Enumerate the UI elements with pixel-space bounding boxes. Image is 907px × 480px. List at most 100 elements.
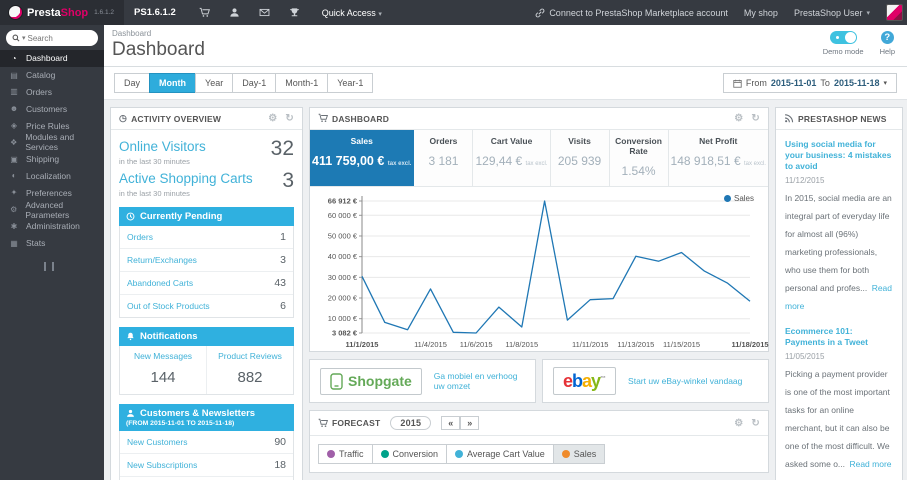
kpi-conversion-rate[interactable]: Conversion Rate 1.54% xyxy=(609,130,669,186)
kpi-visits[interactable]: Visits 205 939 xyxy=(550,130,610,186)
svg-text:11/13/2015: 11/13/2015 xyxy=(617,340,654,349)
kpi-orders[interactable]: Orders 3 181 xyxy=(414,130,474,186)
range-month-button[interactable]: Month xyxy=(149,73,197,93)
product-reviews-cell[interactable]: Product Reviews 882 xyxy=(206,346,293,394)
forecast-legend-average-cart-value[interactable]: Average Cart Value xyxy=(446,444,554,464)
forecast-legend-traffic[interactable]: Traffic xyxy=(318,444,373,464)
range-year-1-button[interactable]: Year-1 xyxy=(327,73,374,93)
quick-access-menu[interactable]: Quick Access ▾ xyxy=(322,8,382,18)
shopgate-link[interactable]: Ga mobiel en verhoog uw omzet xyxy=(434,371,525,391)
pending-returns-link[interactable]: Return/Exchanges xyxy=(127,255,197,265)
customer-icon[interactable] xyxy=(220,7,250,18)
sidebar-item-orders[interactable]: ▥ Orders xyxy=(0,84,104,101)
sidebar-item-administration[interactable]: ✱ Administration xyxy=(0,218,104,235)
notifications-table: New Messages 144 Product Reviews 882 xyxy=(119,346,294,395)
advanced-parameters-icon: ⚙ xyxy=(10,205,18,215)
table-row: New Customers 90 xyxy=(120,431,293,454)
forecast-prev-button[interactable]: « xyxy=(441,416,461,430)
news-panel-title: PRESTASHOP NEWS xyxy=(798,113,887,124)
kpi-sales[interactable]: Sales 411 759,00 € tax excl. xyxy=(310,130,415,186)
breadcrumb[interactable]: Dashboard xyxy=(112,29,897,38)
read-more-link[interactable]: Read more xyxy=(849,459,891,469)
new-messages-cell[interactable]: New Messages 144 xyxy=(120,346,206,394)
sidebar-search[interactable]: ▾ xyxy=(6,30,98,46)
bell-icon xyxy=(127,332,134,341)
search-input[interactable] xyxy=(27,33,74,43)
sidebar-item-shipping[interactable]: ▣ Shipping xyxy=(0,151,104,168)
news-item-title-link[interactable]: Using social media for your business: 4 … xyxy=(785,139,893,172)
svg-text:20 000 €: 20 000 € xyxy=(328,294,358,303)
cart-icon[interactable] xyxy=(190,7,220,18)
kpi-cart-value[interactable]: Cart Value 129,44 € tax excl. xyxy=(473,130,551,186)
link-icon xyxy=(535,8,545,17)
abandoned-carts-link[interactable]: Abandoned Carts xyxy=(127,278,193,288)
sidebar-item-localization[interactable]: ◐ Localization xyxy=(0,168,104,185)
kpi-net-profit[interactable]: Net Profit 148 918,51 € tax excl. xyxy=(668,130,768,186)
sidebar-item-stats[interactable]: ▦ Stats xyxy=(0,235,104,252)
prestashop-logo-icon xyxy=(8,5,23,20)
legend-dot-sales xyxy=(723,195,731,202)
ebay-module-card[interactable]: ebay™ Start uw eBay-winkel vandaag xyxy=(542,359,769,403)
customers-newsletters-table: New Customers90 New Subscriptions18 Tota… xyxy=(119,431,294,480)
panel-refresh-icon[interactable]: ↻ xyxy=(751,113,760,124)
notifications-header: Notifications xyxy=(119,327,294,346)
sidebar-item-advanced-parameters[interactable]: ⚙ Advanced Parameters xyxy=(0,200,104,220)
user-menu[interactable]: PrestaShop User ▾ xyxy=(794,8,870,18)
range-year-button[interactable]: Year xyxy=(195,73,234,93)
chart-legend-sales[interactable]: Sales xyxy=(723,194,754,203)
forecast-next-button[interactable]: » xyxy=(460,416,480,430)
conversion-dot-icon xyxy=(380,450,389,458)
panel-refresh-icon[interactable]: ↻ xyxy=(751,418,760,429)
forecast-legend-conversion[interactable]: Conversion xyxy=(371,444,448,464)
user-avatar[interactable] xyxy=(886,4,903,21)
customers-group-icon xyxy=(127,409,134,417)
sidebar-item-dashboard[interactable]: ◔ Dashboard xyxy=(0,50,104,67)
brand-name: PrestaShop xyxy=(27,6,89,19)
messages-icon[interactable] xyxy=(250,7,280,18)
panel-refresh-icon[interactable]: ↻ xyxy=(285,113,294,124)
sidebar-item-modules[interactable]: ❖ Modules and Services xyxy=(0,132,104,152)
sidebar-item-catalog[interactable]: ▤ Catalog xyxy=(0,67,104,84)
stats-icon: ▦ xyxy=(10,238,18,248)
sidebar-item-customers[interactable]: ☻ Customers xyxy=(0,100,104,117)
online-visitors-link[interactable]: Online Visitors xyxy=(119,139,206,154)
table-row: Return/Exchanges 3 xyxy=(120,249,293,272)
forecast-legend-sales[interactable]: Sales xyxy=(552,444,606,464)
panel-settings-icon[interactable]: ⚙ xyxy=(734,418,743,429)
collapse-menu-icon[interactable] xyxy=(44,261,54,271)
ebay-link[interactable]: Start uw eBay-winkel vandaag xyxy=(628,376,742,386)
my-shop-link[interactable]: My shop xyxy=(744,8,778,18)
demo-mode-toggle[interactable] xyxy=(829,31,857,44)
table-row: Out of Stock Products 6 xyxy=(127,300,286,312)
panel-settings-icon[interactable]: ⚙ xyxy=(734,113,743,124)
range-day-button[interactable]: Day xyxy=(114,73,151,93)
trophy-icon[interactable] xyxy=(280,7,310,18)
out-of-stock-link[interactable]: Out of Stock Products xyxy=(127,301,210,311)
panel-settings-icon[interactable]: ⚙ xyxy=(268,113,277,124)
news-item: Using social media for your business: 4 … xyxy=(785,139,893,312)
range-month-1-button[interactable]: Month-1 xyxy=(275,73,329,93)
new-subscriptions-link[interactable]: New Subscriptions xyxy=(127,460,197,470)
news-item-title-link[interactable]: Ecommerce 101: Payments in a Tweet xyxy=(785,326,893,348)
svg-text:11/1/2015: 11/1/2015 xyxy=(346,340,379,349)
date-range-picker[interactable]: From 2015-11-01 To 2015-11-18 ▾ xyxy=(722,73,897,93)
table-row: Orders 1 xyxy=(120,226,293,249)
customers-newsletters-header: Customers & Newsletters (FROM 2015-11-01… xyxy=(119,404,294,431)
sidebar: ▾ ◔Dashboard ▤Catalog ▥Orders ☻Customers… xyxy=(0,25,104,480)
new-customers-link[interactable]: New Customers xyxy=(127,437,187,447)
prestashop-brand[interactable]: PrestaShop 1.6.1.2 xyxy=(0,0,125,25)
shipping-icon: ▣ xyxy=(10,154,18,164)
modules-icon: ❖ xyxy=(10,137,18,147)
search-scope-caret[interactable]: ▾ xyxy=(22,34,26,42)
range-day-1-button[interactable]: Day-1 xyxy=(232,73,277,93)
currently-pending-table: Orders 1 Return/Exchanges 3 Abandoned Cart… xyxy=(119,226,294,318)
pending-orders-link[interactable]: Orders xyxy=(127,232,153,242)
module-ads-row: Shopgate Ga mobiel en verhoog uw omzet e… xyxy=(309,359,769,403)
active-carts-value: 3 xyxy=(282,169,294,192)
calendar-icon xyxy=(733,79,742,88)
marketplace-connect-link[interactable]: Connect to PrestaShop Marketplace accoun… xyxy=(535,8,728,18)
active-carts-link[interactable]: Active Shopping Carts xyxy=(119,171,253,186)
help-icon[interactable]: ? xyxy=(880,31,894,44)
svg-text:40 000 €: 40 000 € xyxy=(328,252,358,261)
shopgate-module-card[interactable]: Shopgate Ga mobiel en verhoog uw omzet xyxy=(309,359,536,403)
